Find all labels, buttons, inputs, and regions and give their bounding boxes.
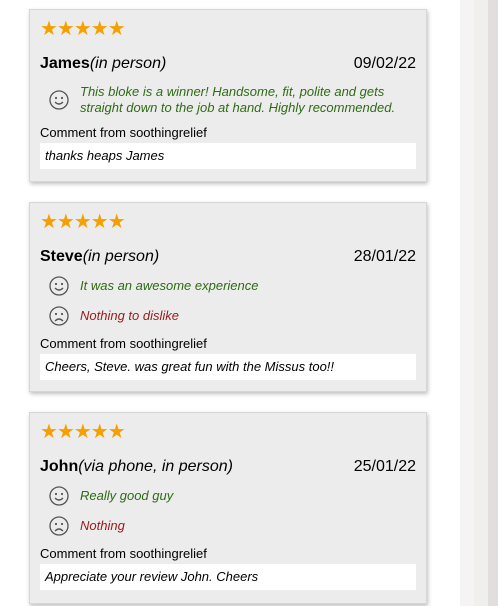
comment-label: Comment from soothingrelief (40, 125, 207, 140)
contact-method: (in person) (89, 55, 167, 72)
owner-reply: thanks heaps James (40, 143, 416, 169)
review-card: ★★★★★ Steve(in person) 28/01/22 It was a… (29, 202, 427, 392)
dislike-line: Nothing (49, 516, 416, 536)
star-rating: ★★★★★ (40, 421, 126, 443)
review-header: John(via phone, in person) 25/01/22 (40, 457, 416, 477)
review-header: James(in person) 09/02/22 (40, 54, 416, 74)
like-line: This bloke is a winner! Handsome, fit, p… (49, 84, 416, 116)
contact-method: (via phone, in person) (78, 458, 233, 475)
sad-face-icon (49, 306, 69, 326)
review-card: ★★★★★ John(via phone, in person) 25/01/2… (29, 412, 427, 604)
owner-reply: Cheers, Steve. was great fun with the Mi… (40, 354, 416, 380)
page-side-panel (460, 0, 498, 606)
owner-reply: Appreciate your review John. Cheers (40, 564, 416, 590)
review-date: 28/01/22 (353, 248, 416, 265)
review-date: 25/01/22 (353, 458, 416, 475)
review-card: ★★★★★ James(in person) 09/02/22 This blo… (29, 9, 427, 182)
review-header: Steve(in person) 28/01/22 (40, 247, 416, 267)
smiley-face-icon (49, 486, 69, 506)
dislike-text: Nothing (80, 518, 125, 533)
comment-label: Comment from soothingrelief (40, 336, 207, 351)
contact-method: (in person) (82, 248, 160, 265)
like-text: Really good guy (80, 488, 174, 503)
like-line: Really good guy (49, 486, 416, 506)
star-rating: ★★★★★ (40, 18, 126, 40)
smiley-face-icon (49, 276, 69, 296)
review-date: 09/02/22 (353, 55, 416, 72)
like-line: It was an awesome experience (49, 276, 416, 296)
dislike-line: Nothing to dislike (49, 306, 416, 326)
reviewer-name: Steve (40, 248, 83, 265)
like-text: It was an awesome experience (80, 278, 259, 293)
reviewer-name: James (40, 55, 90, 72)
star-rating: ★★★★★ (40, 211, 126, 233)
reviewer-name: John (40, 458, 79, 475)
dislike-text: Nothing to dislike (80, 308, 179, 323)
comment-label: Comment from soothingrelief (40, 546, 207, 561)
like-text: This bloke is a winner! Handsome, fit, p… (80, 84, 396, 115)
smiley-face-icon (49, 90, 69, 110)
sad-face-icon (49, 516, 69, 536)
